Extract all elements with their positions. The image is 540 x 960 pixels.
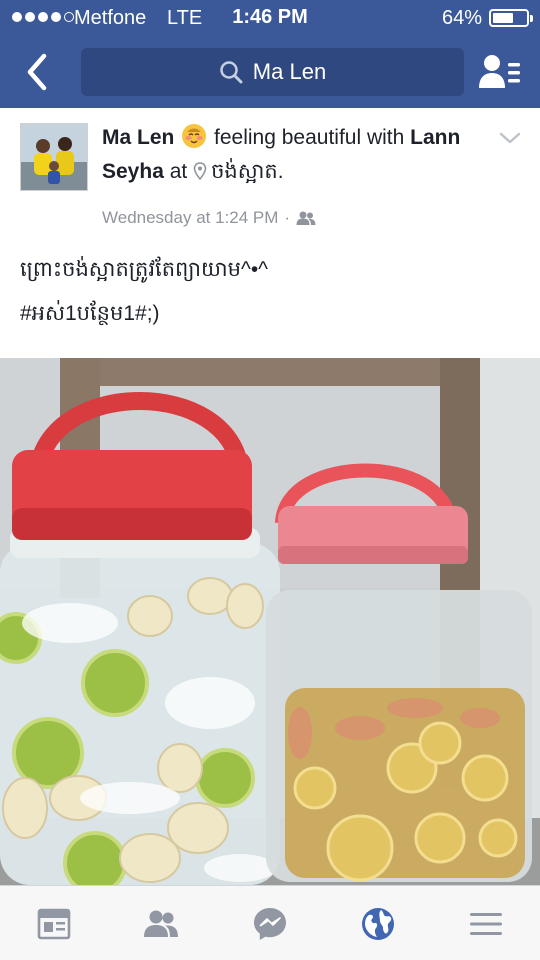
feeling-text: feeling beautiful with — [214, 126, 405, 149]
blushing-face-emoji — [182, 124, 207, 148]
friends-icon — [144, 910, 178, 937]
post-meta: Wednesday at 1:24 PM · — [102, 208, 316, 228]
top-bar: Metfone LTE 1:46 PM 64% Ma Len — [0, 0, 540, 108]
back-button[interactable] — [18, 50, 58, 94]
status-bar: Metfone LTE 1:46 PM 64% — [0, 0, 540, 36]
tab-messenger[interactable] — [252, 906, 288, 942]
battery-level — [493, 13, 514, 23]
tab-news-feed[interactable] — [36, 906, 72, 942]
back-chevron-icon — [27, 53, 47, 91]
post-photo-jars[interactable] — [0, 358, 540, 885]
bottom-tab-bar — [0, 885, 540, 960]
friends-audience-icon — [296, 211, 316, 225]
avatar[interactable] — [20, 123, 88, 191]
post-hashtag-line[interactable]: #អស់1បន្ថែម1#;) — [20, 292, 520, 336]
tab-notifications[interactable] — [360, 906, 396, 942]
search-icon — [220, 61, 243, 84]
post-options-button[interactable] — [498, 130, 522, 146]
check-in-place[interactable]: ចង់ស្អាត. — [211, 160, 284, 183]
friend-requests-icon — [479, 55, 520, 88]
news-feed-icon — [37, 908, 71, 940]
battery-icon — [489, 9, 533, 27]
messenger-icon — [254, 908, 286, 940]
search-input[interactable]: Ma Len — [81, 48, 464, 96]
search-query: Ma Len — [252, 59, 327, 84]
tab-friends[interactable] — [143, 906, 179, 942]
post-text-line: ព្រោះចង់ស្អាតត្រូវតែព្យាយាម^•^ — [20, 258, 269, 281]
at-word: at — [169, 160, 188, 183]
feed-post: Ma Len feeling beautiful with Lann Seyha… — [0, 108, 540, 885]
post-header: Ma Len feeling beautiful with Lann Seyha… — [102, 121, 492, 189]
meta-separator: · — [284, 208, 291, 227]
globe-notifications-icon — [362, 908, 394, 940]
more-menu-icon — [470, 913, 502, 935]
battery-percent: 64% — [442, 7, 483, 29]
friend-requests-button[interactable] — [478, 52, 522, 92]
chevron-down-icon — [499, 132, 521, 144]
tab-more[interactable] — [468, 906, 504, 942]
location-pin-icon — [193, 162, 207, 180]
post-body: ព្រោះចង់ស្អាតត្រូវតែព្យាយាម^•^ #អស់1បន្ថ… — [20, 248, 520, 336]
post-timestamp[interactable]: Wednesday at 1:24 PM — [102, 208, 278, 228]
author-name[interactable]: Ma Len — [102, 126, 174, 149]
